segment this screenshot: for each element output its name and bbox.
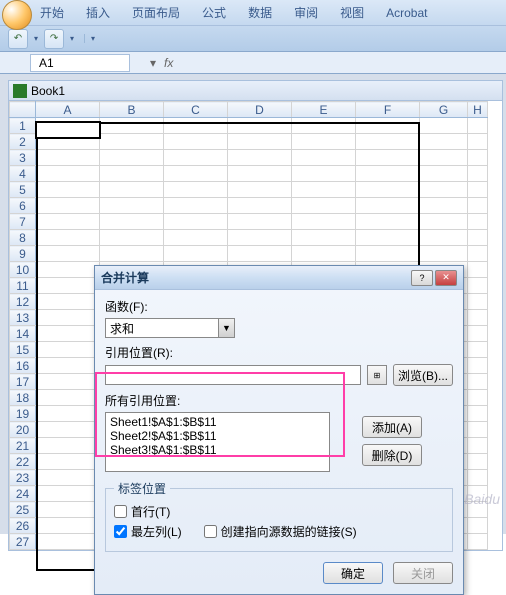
row-header[interactable]: 14 [10,326,36,342]
row-header[interactable]: 13 [10,310,36,326]
references-listbox[interactable]: Sheet1!$A$1:$B$11 Sheet2!$A$1:$B$11 Shee… [105,412,330,472]
tab-formula[interactable]: 公式 [198,2,230,23]
tab-review[interactable]: 审阅 [290,2,322,23]
range-picker-icon[interactable]: ⊞ [367,365,387,385]
row-header[interactable]: 17 [10,374,36,390]
dialog-titlebar[interactable]: 合并计算 ? ✕ [95,266,463,290]
row-header[interactable]: 18 [10,390,36,406]
qat-undo-button[interactable]: ↶ [8,29,28,49]
row-header[interactable]: 6 [10,198,36,214]
help-button[interactable]: ? [411,270,433,286]
row-header[interactable]: 7 [10,214,36,230]
row-header[interactable]: 22 [10,454,36,470]
qat-redo-button[interactable]: ↷ [44,29,64,49]
row-header[interactable]: 15 [10,342,36,358]
qat-redo-dropdown-icon[interactable]: ▾ [68,34,76,43]
col-header[interactable]: G [420,102,468,118]
reference-label: 引用位置(R): [105,344,453,361]
col-header[interactable]: D [228,102,292,118]
row-header[interactable]: 21 [10,438,36,454]
row-header[interactable]: 23 [10,470,36,486]
close-button[interactable]: ✕ [435,270,457,286]
tab-layout[interactable]: 页面布局 [128,2,184,23]
left-col-checkbox[interactable] [114,525,127,538]
row-header[interactable]: 8 [10,230,36,246]
row-header[interactable]: 11 [10,278,36,294]
add-button[interactable]: 添加(A) [362,416,422,438]
consolidate-dialog: 合并计算 ? ✕ 函数(F): 求和 ▼ 引用位置(R): ⊞ 浏览(B)...… [94,265,464,595]
col-header[interactable]: E [292,102,356,118]
function-combobox[interactable]: 求和 ▼ [105,318,235,338]
create-links-checkbox[interactable] [204,525,217,538]
reference-input[interactable] [105,365,361,385]
quick-access-toolbar: ↶ ▾ ↷ ▾ ▾ [0,26,506,52]
list-item[interactable]: Sheet2!$A$1:$B$11 [110,429,325,443]
tab-insert[interactable]: 插入 [82,2,114,23]
function-value: 求和 [110,320,134,337]
row-header[interactable]: 27 [10,534,36,550]
name-box-value: A1 [39,56,54,70]
row-header[interactable]: 19 [10,406,36,422]
col-header[interactable]: F [356,102,420,118]
delete-button[interactable]: 删除(D) [362,444,422,466]
chevron-down-icon[interactable]: ▼ [218,319,234,337]
function-label: 函数(F): [105,298,453,315]
labels-legend: 标签位置 [114,480,170,497]
fx-dropdown-icon[interactable]: ▾ [150,56,156,70]
formula-bar: A1 ▾ fx [0,52,506,74]
top-row-label: 首行(T) [131,503,170,520]
workbook-titlebar[interactable]: Book1 [8,80,503,100]
row-header[interactable]: 25 [10,502,36,518]
row-header[interactable]: 12 [10,294,36,310]
row-header[interactable]: 2 [10,134,36,150]
left-col-label: 最左列(L) [131,523,182,540]
office-button[interactable] [2,0,32,30]
row-header[interactable]: 10 [10,262,36,278]
ok-button[interactable]: 确定 [323,562,383,584]
qat-undo-dropdown-icon[interactable]: ▾ [32,34,40,43]
list-item[interactable]: Sheet1!$A$1:$B$11 [110,415,325,429]
create-links-label: 创建指向源数据的链接(S) [221,523,357,540]
col-header[interactable]: B [100,102,164,118]
row-header[interactable]: 5 [10,182,36,198]
browse-button[interactable]: 浏览(B)... [393,364,453,386]
row-header[interactable]: 20 [10,422,36,438]
col-header[interactable]: H [468,102,488,118]
qat-customize-icon[interactable]: ▾ [84,34,97,43]
tab-view[interactable]: 视图 [336,2,368,23]
tab-home[interactable]: 开始 [36,2,68,23]
row-header[interactable]: 3 [10,150,36,166]
active-cell[interactable] [35,121,101,139]
close-dialog-button[interactable]: 关闭 [393,562,453,584]
fx-icon[interactable]: fx [164,56,173,70]
watermark: Baidu [464,491,500,507]
excel-file-icon [13,84,27,98]
col-header[interactable]: C [164,102,228,118]
name-box[interactable]: A1 [30,54,130,72]
row-header[interactable]: 16 [10,358,36,374]
workbook-title: Book1 [31,84,65,98]
row-header[interactable]: 9 [10,246,36,262]
row-header[interactable]: 1 [10,118,36,134]
dialog-title: 合并计算 [101,269,149,286]
labels-fieldset: 标签位置 首行(T) 最左列(L) 创建指向源数据的链接(S) [105,480,453,552]
tab-acrobat[interactable]: Acrobat [382,4,431,22]
select-all-corner[interactable] [10,102,36,118]
col-header[interactable]: A [36,102,100,118]
row-header[interactable]: 24 [10,486,36,502]
row-header[interactable]: 26 [10,518,36,534]
row-header[interactable]: 4 [10,166,36,182]
tab-data[interactable]: 数据 [244,2,276,23]
list-item[interactable]: Sheet3!$A$1:$B$11 [110,443,325,457]
all-references-label: 所有引用位置: [105,392,453,409]
top-row-checkbox[interactable] [114,505,127,518]
ribbon-tabs: 开始 插入 页面布局 公式 数据 审阅 视图 Acrobat [0,0,506,26]
